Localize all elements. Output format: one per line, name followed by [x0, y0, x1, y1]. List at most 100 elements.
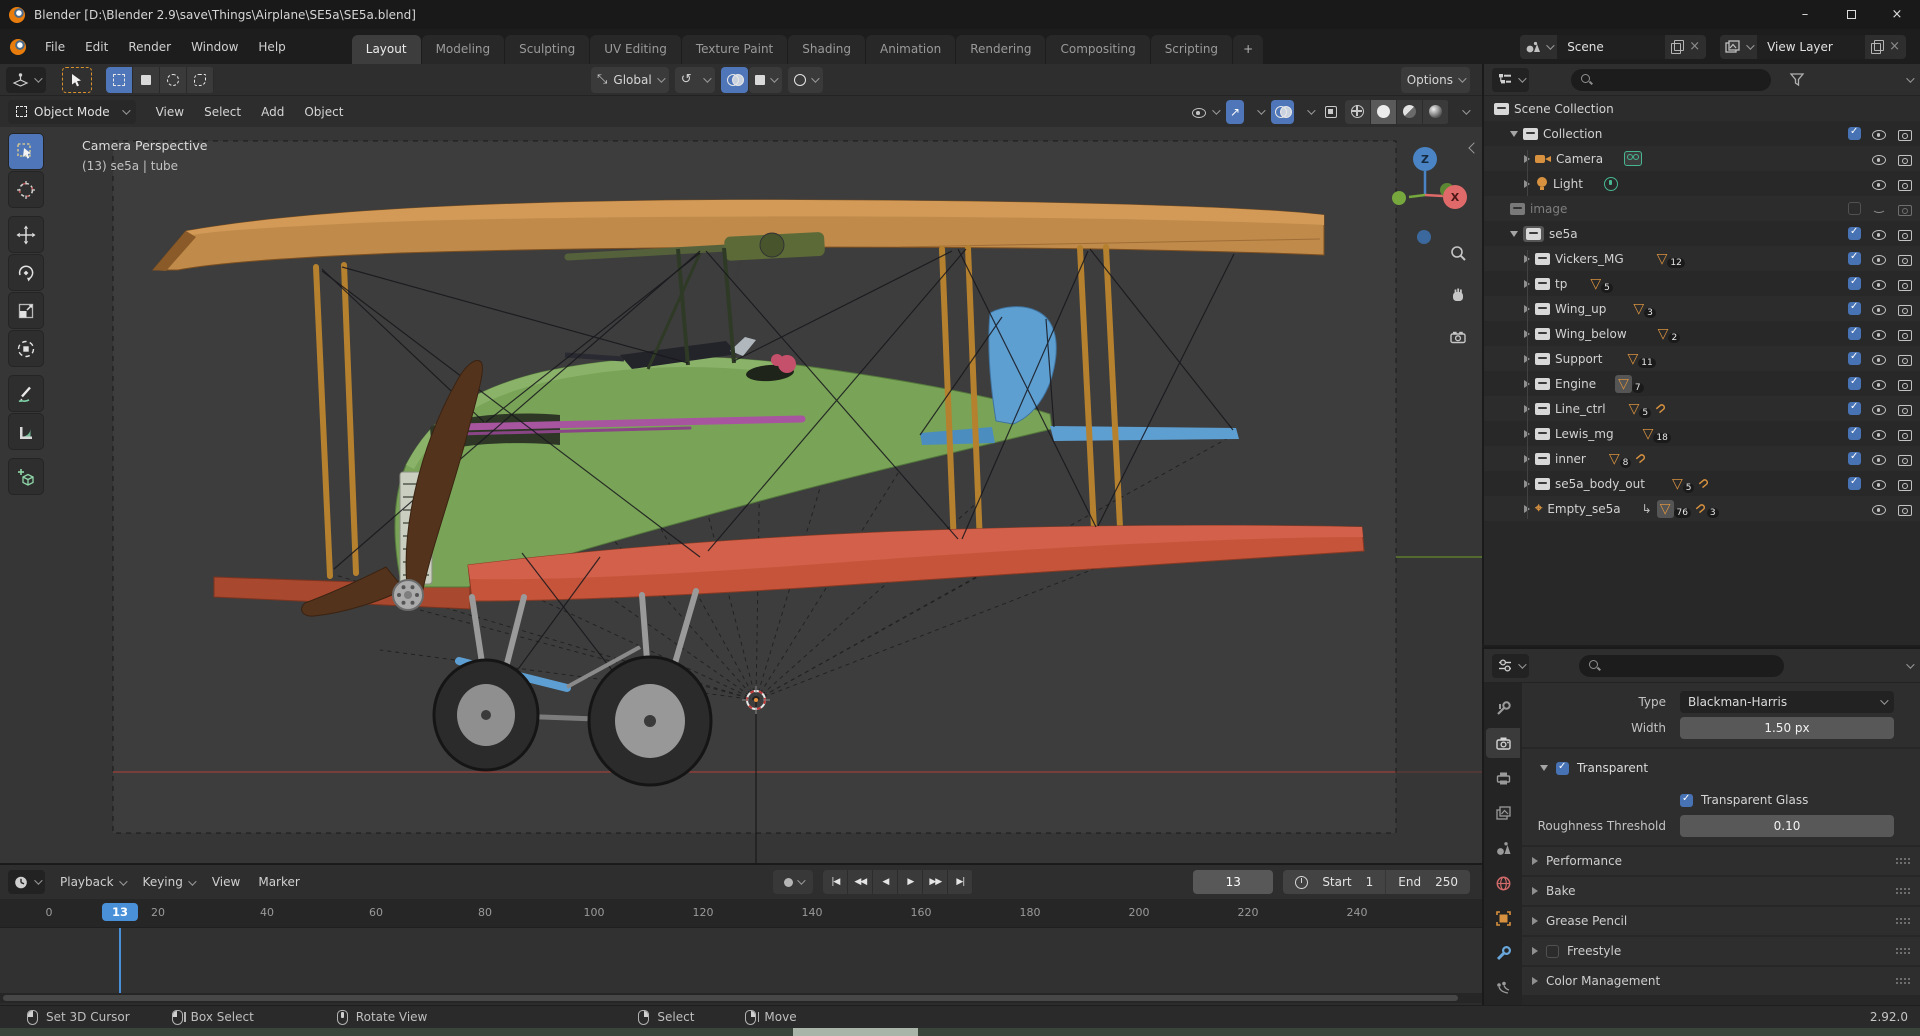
- hide-eye-icon[interactable]: [1871, 352, 1887, 366]
- transparent-checkbox[interactable]: [1556, 762, 1569, 775]
- outliner-row-light[interactable]: Light: [1484, 171, 1920, 196]
- hide-eye-icon[interactable]: [1871, 202, 1887, 216]
- editor-type-button[interactable]: [6, 67, 46, 93]
- end-frame-field[interactable]: End 250: [1386, 870, 1470, 894]
- render-camera-icon[interactable]: [1897, 402, 1912, 416]
- prev-keyframe-button[interactable]: ◀◀: [848, 870, 873, 894]
- tab-compositing[interactable]: Compositing: [1046, 35, 1149, 64]
- maximize-button[interactable]: [1828, 0, 1874, 29]
- auto-keying-button[interactable]: [773, 870, 813, 894]
- expand-open-icon[interactable]: [1510, 231, 1518, 237]
- outliner-row-line-ctrl[interactable]: Line_ctrl 5: [1484, 396, 1920, 421]
- roughness-threshold-slider[interactable]: 0.10: [1680, 815, 1894, 837]
- chevron-down-icon[interactable]: [1906, 660, 1914, 668]
- tool-move-button[interactable]: [8, 216, 44, 253]
- exclude-checkbox[interactable]: [1848, 252, 1861, 265]
- tab-modeling[interactable]: Modeling: [422, 35, 505, 64]
- tab-texture-paint[interactable]: Texture Paint: [682, 35, 787, 64]
- scene-name-field[interactable]: Scene: [1557, 35, 1665, 59]
- exclude-checkbox[interactable]: [1848, 302, 1861, 315]
- exclude-checkbox[interactable]: [1848, 127, 1861, 140]
- options-dropdown[interactable]: Options: [1401, 67, 1470, 93]
- menu-file[interactable]: File: [35, 36, 75, 58]
- tab-world[interactable]: [1486, 868, 1520, 898]
- outliner-editor-type-button[interactable]: [1492, 68, 1529, 92]
- select-mode-tweak-button[interactable]: [106, 67, 133, 93]
- playhead-handle[interactable]: 13: [102, 903, 138, 921]
- overlays-dropdown[interactable]: [1298, 100, 1317, 124]
- play-reverse-button[interactable]: ◀: [873, 870, 898, 894]
- outliner-row-wing-up[interactable]: Wing_up 3: [1484, 296, 1920, 321]
- shading-dropdown[interactable]: [1453, 100, 1472, 124]
- properties-editor-type-button[interactable]: [1492, 654, 1529, 678]
- pivot-point-dropdown[interactable]: ↺: [675, 67, 715, 93]
- render-camera-icon[interactable]: [1897, 177, 1912, 191]
- expand-open-icon[interactable]: [1510, 131, 1518, 137]
- tool-annotate-button[interactable]: [8, 375, 44, 412]
- blender-menu-icon[interactable]: [10, 39, 26, 55]
- start-frame-field[interactable]: Start 1: [1283, 870, 1386, 894]
- tool-select-box-button[interactable]: [8, 133, 44, 170]
- outliner-search-input[interactable]: [1571, 69, 1771, 91]
- gizmos-toggle-button[interactable]: ↗: [1226, 100, 1244, 124]
- shading-rendered-button[interactable]: [1423, 100, 1449, 124]
- transparent-glass-checkbox[interactable]: [1680, 794, 1693, 807]
- viewport-menu-select[interactable]: Select: [194, 101, 251, 123]
- hide-eye-icon[interactable]: [1871, 502, 1887, 516]
- exclude-checkbox[interactable]: [1848, 227, 1861, 240]
- render-camera-icon[interactable]: [1897, 227, 1912, 241]
- render-camera-icon[interactable]: [1897, 477, 1912, 491]
- render-camera-icon[interactable]: [1897, 377, 1912, 391]
- remove-view-layer-icon[interactable]: ×: [1889, 39, 1900, 54]
- hide-eye-icon[interactable]: [1871, 127, 1887, 141]
- outliner-row-collection[interactable]: Collection: [1484, 121, 1920, 146]
- tab-particles[interactable]: [1486, 973, 1520, 1003]
- drag-grip-icon[interactable]: [1895, 977, 1910, 985]
- menu-edit[interactable]: Edit: [75, 36, 118, 58]
- outliner-row-se5a[interactable]: se5a: [1484, 221, 1920, 246]
- shading-wireframe-button[interactable]: [1345, 100, 1371, 124]
- minimize-button[interactable]: –: [1782, 0, 1828, 29]
- render-camera-icon[interactable]: [1897, 152, 1912, 166]
- new-scene-icon[interactable]: [1671, 40, 1683, 53]
- timeline-scrollbar[interactable]: [0, 993, 1482, 1003]
- render-camera-icon[interactable]: [1897, 427, 1912, 441]
- timeline-editor-type-button[interactable]: [8, 870, 45, 894]
- exclude-checkbox[interactable]: [1848, 202, 1861, 215]
- snap-settings-dropdown[interactable]: [749, 67, 782, 93]
- outliner-row-lewis-mg[interactable]: Lewis_mg 18: [1484, 421, 1920, 446]
- new-view-layer-icon[interactable]: [1871, 40, 1883, 53]
- exclude-checkbox[interactable]: [1848, 277, 1861, 290]
- section-performance[interactable]: Performance: [1522, 847, 1920, 875]
- tab-uv-editing[interactable]: UV Editing: [590, 35, 681, 64]
- outliner-row-wing-below[interactable]: Wing_below 2: [1484, 321, 1920, 346]
- tab-animation[interactable]: Animation: [866, 35, 955, 64]
- menu-help[interactable]: Help: [248, 36, 295, 58]
- tool-rotate-button[interactable]: [8, 254, 44, 291]
- render-camera-icon[interactable]: [1897, 452, 1912, 466]
- section-bake[interactable]: Bake: [1522, 877, 1920, 905]
- scene-browse-button[interactable]: [1520, 35, 1557, 59]
- hide-eye-icon[interactable]: [1871, 402, 1887, 416]
- filter-funnel-icon[interactable]: [1789, 72, 1805, 87]
- width-slider[interactable]: 1.50 px: [1680, 717, 1894, 739]
- render-camera-icon[interactable]: [1897, 502, 1912, 516]
- timeline-track-area[interactable]: [0, 928, 1482, 993]
- snap-toggle-button[interactable]: [721, 67, 748, 93]
- tab-sculpting[interactable]: Sculpting: [505, 35, 589, 64]
- exclude-checkbox[interactable]: [1848, 377, 1861, 390]
- hide-eye-icon[interactable]: [1871, 377, 1887, 391]
- hide-eye-icon[interactable]: [1871, 327, 1887, 341]
- timeline-menu-marker[interactable]: Marker: [249, 871, 308, 893]
- hide-eye-icon[interactable]: [1871, 302, 1887, 316]
- chevron-down-icon[interactable]: [1906, 74, 1914, 82]
- outliner-row-scene-collection[interactable]: Scene Collection: [1484, 96, 1920, 121]
- tab-view-layer[interactable]: [1486, 798, 1520, 828]
- play-button[interactable]: ▶: [898, 870, 923, 894]
- hide-eye-icon[interactable]: [1871, 177, 1887, 191]
- viewport-menu-view[interactable]: View: [146, 101, 194, 123]
- add-workspace-button[interactable]: +: [1233, 35, 1263, 64]
- tab-layout[interactable]: Layout: [352, 35, 421, 64]
- properties-search-input[interactable]: [1579, 655, 1784, 677]
- section-freestyle[interactable]: Freestyle: [1522, 937, 1920, 965]
